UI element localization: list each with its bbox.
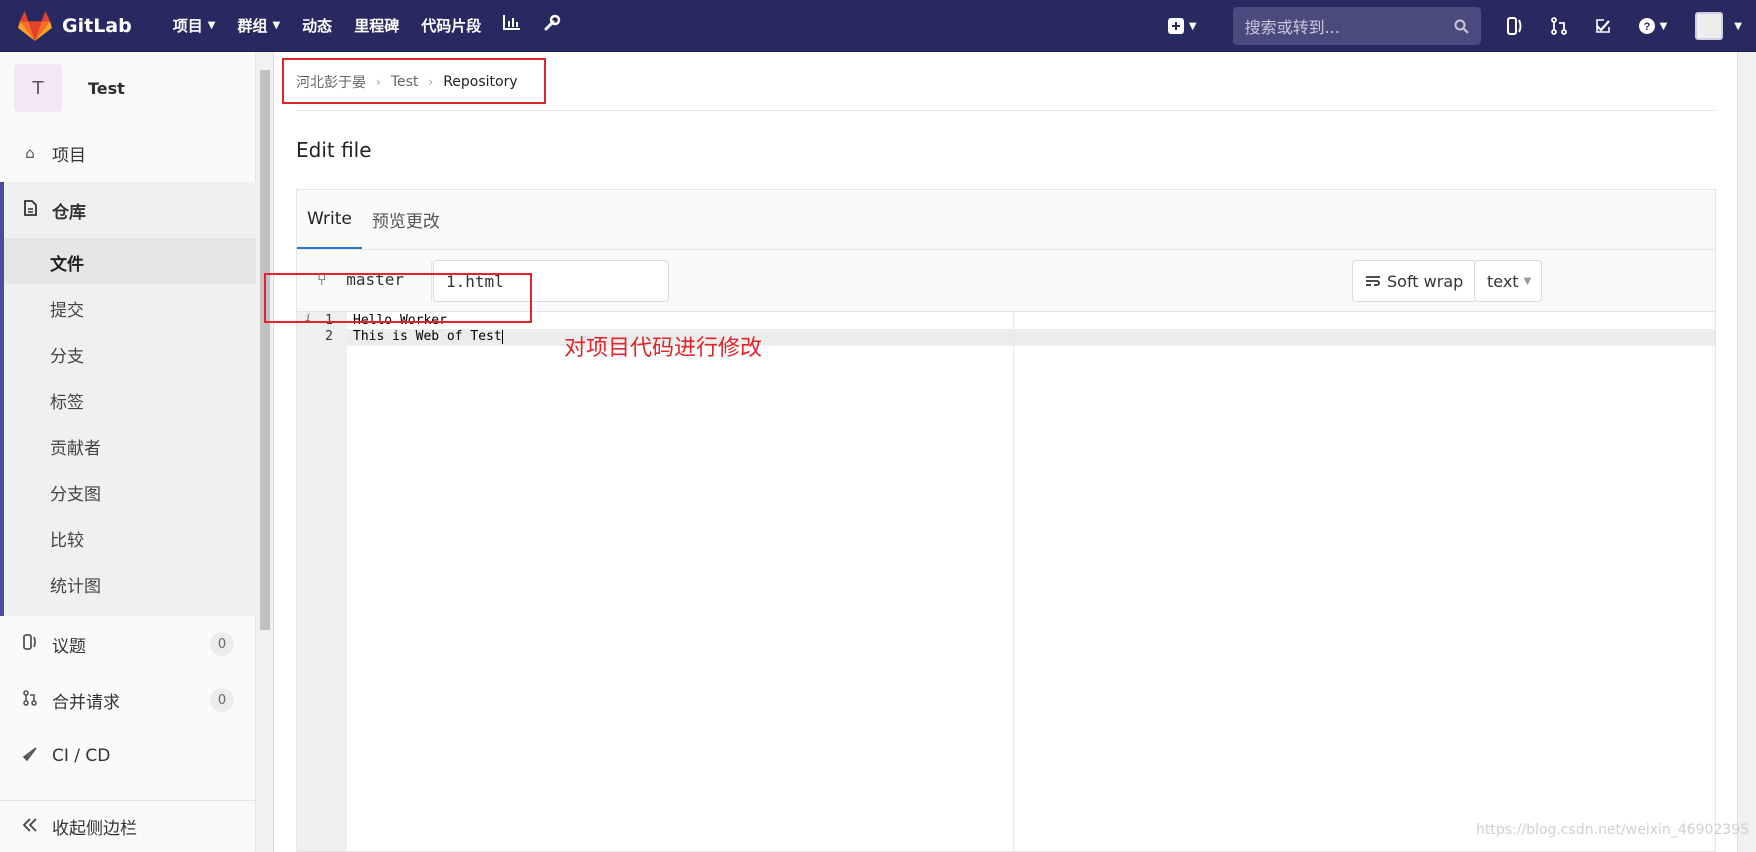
- breadcrumb-highlight-box: [282, 58, 546, 104]
- code-highlight-box: [264, 273, 532, 323]
- issues-count-badge: 0: [210, 632, 234, 656]
- page-title: Edit file: [296, 138, 372, 162]
- merge-request-icon: [16, 690, 44, 710]
- gitlab-tanuki-icon: [18, 10, 52, 41]
- line-number: 2: [325, 329, 333, 344]
- sidebar-item-charts[interactable]: 统计图: [50, 572, 101, 597]
- page-scrollbar[interactable]: [1737, 52, 1756, 852]
- wrench-icon[interactable]: [532, 14, 572, 37]
- document-icon: [16, 200, 44, 220]
- chevron-down-icon: ▼: [1188, 20, 1197, 32]
- soft-wrap-icon: [1365, 272, 1387, 291]
- rocket-icon: [16, 746, 44, 766]
- todo-icon[interactable]: [1581, 18, 1625, 34]
- chevron-down-icon: ▼: [1523, 275, 1532, 287]
- breadcrumb-divider: [296, 110, 1716, 111]
- print-margin: [1013, 312, 1014, 851]
- chevron-down-icon: ▼: [272, 20, 281, 31]
- code-line[interactable]: This is Web of Test: [353, 329, 503, 344]
- nav-milestones[interactable]: 里程碑: [343, 14, 410, 37]
- line-number-gutter: [297, 312, 347, 851]
- tab-preview-changes[interactable]: 预览更改: [362, 190, 450, 249]
- active-line-highlight: [347, 329, 1715, 346]
- merge-requests-count-badge: 0: [210, 688, 234, 712]
- soft-wrap-button[interactable]: Soft wrap: [1352, 260, 1477, 302]
- nav-snippets[interactable]: 代码片段: [410, 14, 492, 37]
- sidebar-item-tags[interactable]: 标签: [50, 388, 84, 413]
- sidebar-project-header[interactable]: T Test: [0, 52, 255, 124]
- nav-projects[interactable]: 项目 ▼: [162, 14, 227, 37]
- watermark: https://blog.csdn.net/weixin_46902395: [1476, 822, 1750, 838]
- double-chevron-left-icon: [16, 817, 44, 837]
- project-name: Test: [88, 78, 125, 98]
- sidebar-item-merge-requests[interactable]: 合并请求 0: [0, 672, 256, 728]
- sidebar-scrollbar-thumb[interactable]: [260, 70, 270, 630]
- annotation-text: 对项目代码进行修改: [564, 336, 763, 361]
- chart-icon[interactable]: [492, 14, 532, 37]
- sidebar-item-ci-cd[interactable]: CI / CD: [0, 728, 256, 784]
- editor-tabs: Write 预览更改: [297, 190, 1715, 250]
- text-cursor: [501, 329, 503, 344]
- chevron-down-icon: ▼: [1659, 20, 1668, 32]
- merge-request-icon[interactable]: [1537, 17, 1581, 35]
- sidebar-item-commits[interactable]: 提交: [50, 296, 84, 321]
- new-item-plus-icon[interactable]: ▼: [1154, 18, 1211, 34]
- issues-icon: [16, 634, 44, 654]
- svg-text:?: ?: [1643, 21, 1650, 33]
- tab-write[interactable]: Write: [297, 190, 362, 249]
- user-avatar-menu[interactable]: ▼: [1681, 12, 1756, 40]
- nav-activity[interactable]: 动态: [291, 14, 343, 37]
- help-icon[interactable]: ? ▼: [1625, 18, 1682, 34]
- gitlab-logo[interactable]: GitLab: [18, 10, 132, 42]
- collapse-sidebar-button[interactable]: 收起侧边栏: [0, 800, 256, 852]
- project-avatar: T: [14, 64, 62, 112]
- avatar: [1695, 12, 1724, 40]
- project-sidebar: T Test ⌂ 项目 仓库 文件 提交 分支 标签 贡献者 分支图 比较 统计…: [0, 52, 256, 852]
- brand-name: GitLab: [62, 14, 132, 37]
- active-item-background: [4, 238, 256, 284]
- editor-mode-select[interactable]: text ▼: [1474, 260, 1542, 302]
- sidebar-item-branches[interactable]: 分支: [50, 342, 84, 367]
- search-icon: [1454, 19, 1469, 34]
- main-content: 河北彭于晏 › Test › Repository Edit file Writ…: [264, 52, 1737, 852]
- sidebar-item-compare[interactable]: 比较: [50, 526, 84, 551]
- top-navbar: GitLab 项目▼ 群组▼ 动态 里程碑 代码片段 ▼ 搜索或转到...: [0, 0, 1756, 52]
- nav-groups[interactable]: 群组 ▼: [226, 14, 291, 37]
- issues-icon[interactable]: [1493, 17, 1537, 35]
- home-icon: ⌂: [25, 144, 35, 162]
- sidebar-item-contributors[interactable]: 贡献者: [50, 434, 101, 459]
- sidebar-item-repository[interactable]: 仓库: [0, 182, 256, 238]
- chevron-down-icon: ▼: [207, 20, 216, 31]
- sidebar-item-files[interactable]: 文件: [50, 250, 84, 275]
- search-input[interactable]: 搜索或转到...: [1232, 7, 1481, 45]
- sidebar-item-project[interactable]: ⌂ 项目: [0, 124, 256, 182]
- chevron-down-icon: ▼: [1734, 20, 1742, 32]
- sidebar-item-graph[interactable]: 分支图: [50, 480, 101, 505]
- sidebar-item-issues[interactable]: 议题 0: [0, 616, 256, 672]
- sidebar-scrollbar[interactable]: [256, 52, 274, 852]
- code-editor[interactable]: i 1 2 Hello Worker This is Web of Test: [297, 312, 1715, 851]
